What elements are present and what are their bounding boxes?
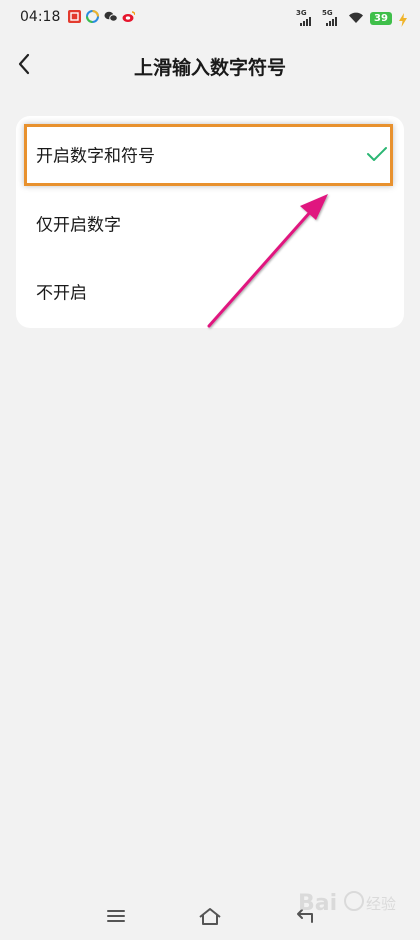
weibo-icon: [122, 10, 135, 23]
header: 上滑输入数字符号: [0, 40, 420, 90]
battery-icon: 39: [370, 12, 392, 25]
wechat-icon: [104, 10, 117, 23]
colorful-app-icon: [86, 10, 99, 23]
signal-5g-icon: 5G: [322, 9, 342, 27]
svg-text:Bai: Bai: [298, 891, 337, 916]
menu-button[interactable]: [101, 904, 131, 928]
home-button[interactable]: [195, 904, 225, 928]
home-icon: [199, 908, 221, 925]
svg-text:经验: 经验: [366, 895, 396, 913]
menu-icon: [107, 910, 125, 922]
option-off[interactable]: 不开启: [16, 257, 404, 325]
signal-3g-icon: 3G: [296, 9, 316, 27]
wifi-icon: [348, 9, 364, 28]
option-label: 仅开启数字: [36, 215, 121, 236]
status-bar: 04:18 3G 5G 39: [0, 0, 420, 36]
option-label: 不开启: [36, 283, 87, 304]
charging-icon: [398, 12, 408, 27]
news-app-icon: [68, 10, 81, 23]
watermark-logo: Bai 经验: [298, 891, 396, 916]
option-numbers-only[interactable]: 仅开启数字: [16, 189, 404, 257]
notification-icons: [68, 10, 135, 23]
page-title: 上滑输入数字符号: [133, 57, 286, 79]
status-time: 04:18: [20, 9, 61, 25]
annotation-highlight-box: [24, 124, 393, 186]
status-indicators: 3G 5G 39: [296, 9, 408, 28]
